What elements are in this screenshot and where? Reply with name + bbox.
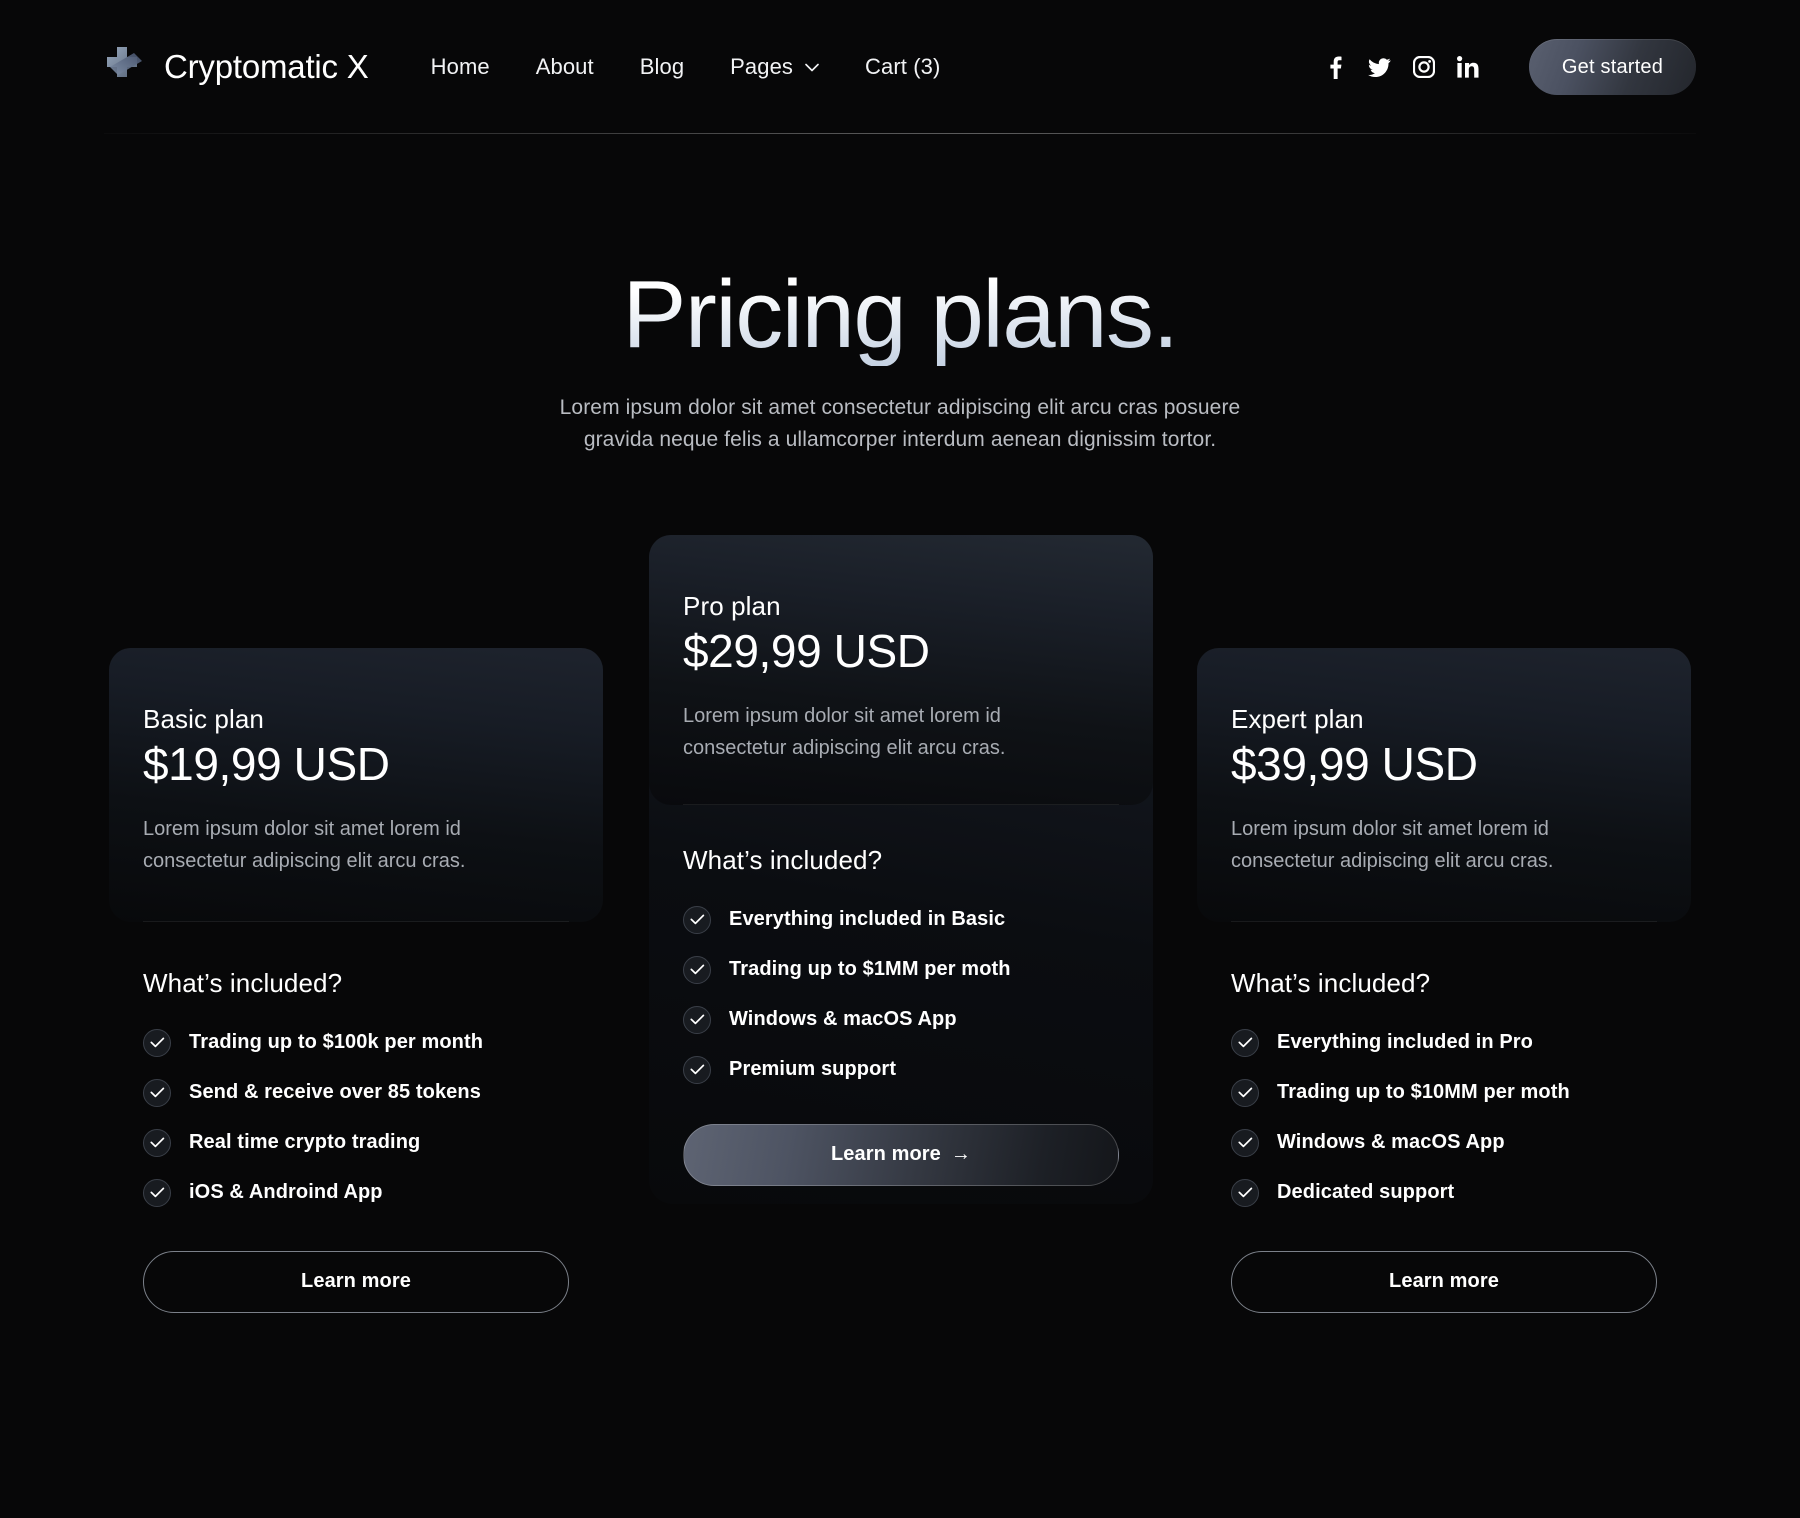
feature-label: Trading up to $100k per month — [189, 1031, 484, 1054]
plan-price: $29,99 USD — [683, 625, 930, 677]
included-title: What’s included? — [1231, 967, 1431, 998]
linkedin-icon[interactable] — [1456, 56, 1479, 79]
nav-item-label: Blog — [639, 54, 685, 79]
feature-label: Premium support — [729, 1058, 897, 1081]
pricing-card-expert: Expert plan $39,99 USD Lorem ipsum dolor… — [1197, 648, 1691, 1313]
list-item: Send & receive over 85 tokens — [143, 1078, 569, 1107]
check-icon — [143, 1128, 171, 1157]
list-item: Everything included in Pro — [1231, 1028, 1657, 1057]
plan-name: Basic plan — [143, 704, 264, 734]
list-item: Trading up to $10MM per moth — [1231, 1078, 1657, 1107]
nav-item-label: Cart (3) — [865, 54, 941, 79]
check-icon — [143, 1028, 171, 1057]
facebook-icon[interactable] — [1324, 56, 1347, 79]
check-icon — [1231, 1078, 1259, 1107]
check-icon — [683, 955, 711, 984]
feature-label: Trading up to $10MM per moth — [1277, 1081, 1570, 1104]
learn-more-button[interactable]: Learn more — [1231, 1250, 1657, 1313]
feature-label: Everything included in Basic — [729, 908, 1006, 931]
plan-body: What’s included? Trading up to $100k per… — [109, 922, 603, 1313]
check-icon — [143, 1178, 171, 1207]
plan-name: Expert plan — [1231, 704, 1364, 734]
learn-more-button[interactable]: Learn more → — [683, 1123, 1119, 1186]
chevron-down-icon — [805, 63, 819, 71]
included-title: What’s included? — [143, 967, 343, 998]
list-item: Premium support — [683, 1055, 1119, 1084]
list-item: Trading up to $100k per month — [143, 1028, 569, 1057]
nav-item-blog[interactable]: Blog — [640, 54, 684, 80]
main-nav: Home About Blog Pages Cart (3) — [431, 54, 941, 80]
cryptomatic-logo-icon — [107, 47, 142, 77]
hero-section: Pricing plans. Lorem ipsum dolor sit ame… — [0, 264, 1800, 457]
nav-item-home[interactable]: Home — [431, 54, 490, 80]
plan-header: Pro plan $29,99 USD Lorem ipsum dolor si… — [649, 535, 1153, 805]
list-item: Windows & macOS App — [683, 1005, 1119, 1034]
feature-label: Trading up to $1MM per moth — [729, 958, 1011, 981]
brand-name: Cryptomatic X — [164, 48, 369, 85]
plan-price: $39,99 USD — [1231, 738, 1478, 790]
feature-label: iOS & Androind App — [189, 1181, 383, 1204]
feature-list: Trading up to $100k per month Send & rec… — [143, 1028, 569, 1207]
check-icon — [683, 1005, 711, 1034]
plan-description: Lorem ipsum dolor sit amet lorem id cons… — [683, 705, 1006, 760]
nav-item-label: Pages — [730, 54, 794, 79]
check-icon — [1231, 1128, 1259, 1157]
plan-header: Expert plan $39,99 USD Lorem ipsum dolor… — [1197, 648, 1691, 922]
list-item: Windows & macOS App — [1231, 1128, 1657, 1157]
hero-subtitle-line-1: Lorem ipsum dolor sit amet consectetur a… — [559, 395, 1241, 419]
learn-more-button[interactable]: Learn more — [143, 1250, 569, 1313]
list-item: Real time crypto trading — [143, 1128, 569, 1157]
feature-list: Everything included in Pro Trading up to… — [1231, 1028, 1657, 1207]
nav-item-cart[interactable]: Cart (3) — [865, 54, 940, 80]
plan-body: What’s included? Everything included in … — [1197, 922, 1691, 1313]
page-title: Pricing plans. — [0, 264, 1800, 366]
instagram-icon[interactable] — [1412, 56, 1435, 79]
feature-list: Everything included in Basic Trading up … — [683, 905, 1119, 1084]
feature-label: Real time crypto trading — [189, 1131, 421, 1154]
plan-body: What’s included? Everything included in … — [649, 805, 1153, 1186]
nav-item-about[interactable]: About — [536, 54, 594, 80]
list-item: iOS & Androind App — [143, 1178, 569, 1207]
feature-label: Dedicated support — [1277, 1181, 1455, 1204]
check-icon — [143, 1078, 171, 1107]
feature-label: Windows & macOS App — [1277, 1131, 1505, 1154]
brand-logo[interactable]: Cryptomatic X — [104, 45, 369, 89]
header-divider — [104, 133, 1696, 134]
social-links — [1324, 56, 1479, 79]
arrow-right-icon: → — [950, 1143, 972, 1166]
pricing-card-basic: Basic plan $19,99 USD Lorem ipsum dolor … — [109, 648, 603, 1313]
check-icon — [1231, 1028, 1259, 1057]
check-icon — [683, 905, 711, 934]
feature-label: Everything included in Pro — [1277, 1031, 1533, 1054]
check-icon — [683, 1055, 711, 1084]
plan-header: Basic plan $19,99 USD Lorem ipsum dolor … — [109, 648, 603, 922]
twitter-icon[interactable] — [1368, 56, 1391, 79]
list-item: Dedicated support — [1231, 1178, 1657, 1207]
plan-description: Lorem ipsum dolor sit amet lorem id cons… — [143, 818, 466, 873]
nav-item-label: About — [535, 54, 594, 79]
plan-name: Pro plan — [683, 591, 781, 621]
pricing-page: Cryptomatic X Home About Blog Pages Cart… — [0, 0, 1800, 1518]
learn-more-label: Learn more — [830, 1143, 941, 1166]
nav-item-label: Home — [430, 54, 490, 79]
pricing-card-pro: Pro plan $29,99 USD Lorem ipsum dolor si… — [649, 535, 1153, 1204]
nav-item-pages[interactable]: Pages — [730, 54, 819, 80]
feature-label: Windows & macOS App — [729, 1008, 957, 1031]
hero-subtitle-line-2: gravida neque felis a ullamcorper interd… — [583, 428, 1217, 452]
check-icon — [1231, 1178, 1259, 1207]
plan-description: Lorem ipsum dolor sit amet lorem id cons… — [1231, 818, 1554, 873]
feature-label: Send & receive over 85 tokens — [189, 1081, 481, 1104]
site-header: Cryptomatic X Home About Blog Pages Cart… — [0, 0, 1800, 134]
hero-subtitle: Lorem ipsum dolor sit amet consectetur a… — [0, 392, 1800, 457]
list-item: Everything included in Basic — [683, 905, 1119, 934]
list-item: Trading up to $1MM per moth — [683, 955, 1119, 984]
get-started-button[interactable]: Get started — [1529, 39, 1696, 95]
header-right-group: Get started — [1324, 39, 1696, 95]
pricing-plans: Basic plan $19,99 USD Lorem ipsum dolor … — [104, 535, 1696, 1365]
included-title: What’s included? — [683, 844, 883, 875]
plan-price: $19,99 USD — [143, 738, 390, 790]
